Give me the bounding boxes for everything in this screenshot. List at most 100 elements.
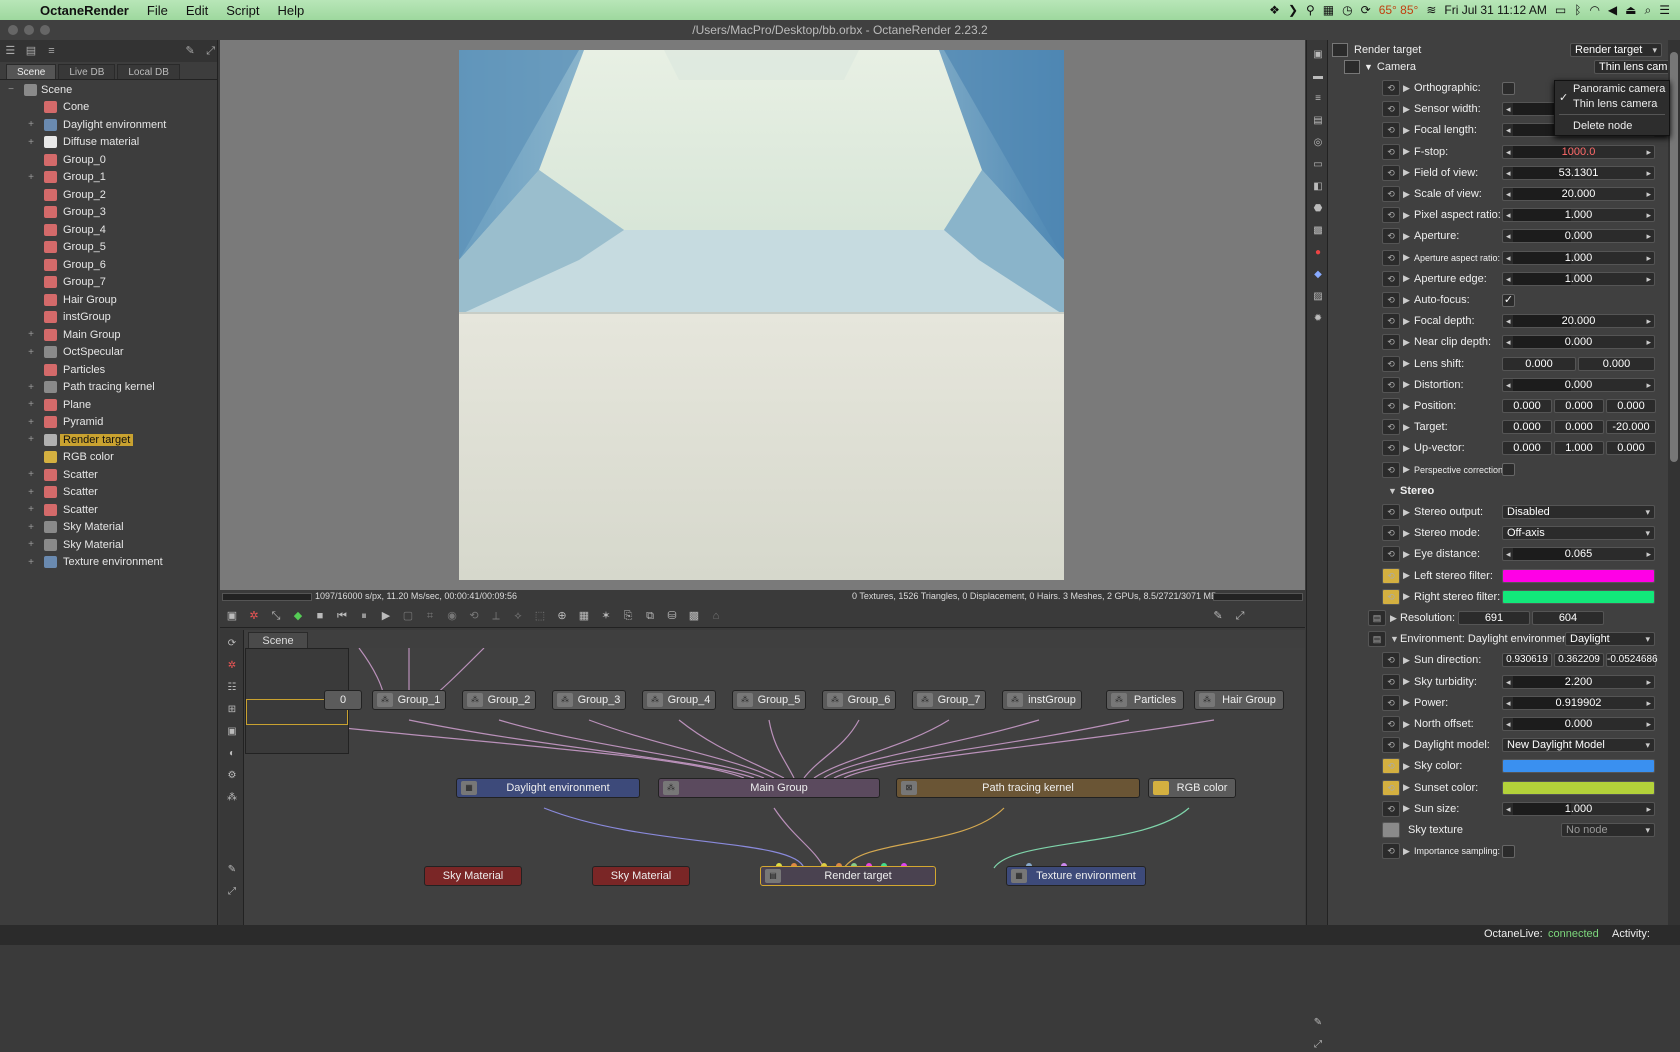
film-icon[interactable]: ▦ xyxy=(576,608,592,624)
prop-dropdown[interactable]: New Daylight Model xyxy=(1502,738,1655,753)
expand-arrow-icon[interactable]: ▶ xyxy=(1403,337,1410,348)
expand-toggle[interactable]: + xyxy=(26,119,36,130)
scrollbar-thumb[interactable] xyxy=(1670,52,1678,462)
pin-icon[interactable]: ⟲ xyxy=(1382,122,1400,139)
cube-icon[interactable]: ◆ xyxy=(1311,268,1325,282)
film-node-icon[interactable]: ◧ xyxy=(1311,180,1325,194)
arrow-icon[interactable]: ❯ xyxy=(1288,3,1298,17)
expand-arrow-icon[interactable]: ▶ xyxy=(1403,379,1410,390)
pause-icon[interactable]: ⏸ xyxy=(356,608,372,624)
expand-arrow-icon[interactable]: ▶ xyxy=(1403,761,1410,772)
tree-item[interactable]: Group_0 xyxy=(0,151,217,169)
pin-icon[interactable]: ⟲ xyxy=(1382,419,1400,436)
sparkle-icon[interactable]: ✶ xyxy=(598,608,614,624)
prop-value-2[interactable]: 0.000 xyxy=(1554,399,1604,413)
pin-icon[interactable]: ⟲ xyxy=(1382,461,1400,478)
tree-item[interactable]: RGB color xyxy=(0,449,217,467)
expand-arrow-icon[interactable]: ▶ xyxy=(1403,252,1410,263)
tree-item[interactable]: Group_3 xyxy=(0,204,217,222)
node-render-target[interactable]: ▤ Render target xyxy=(760,866,936,886)
prop-slider[interactable]: 0.000 xyxy=(1502,335,1655,350)
wrench-icon[interactable]: ✎ xyxy=(184,44,197,58)
color-icon[interactable]: ◆ xyxy=(290,608,306,624)
node-main-group[interactable]: ⁂ Main Group xyxy=(658,778,880,798)
expand-arrow-icon[interactable]: ▶ xyxy=(1403,549,1410,560)
volume-icon[interactable]: ◀ xyxy=(1608,3,1617,17)
expand-arrow-icon[interactable]: ▶ xyxy=(1403,358,1410,369)
prop-slider[interactable]: 1.000 xyxy=(1502,271,1655,286)
prop-checkbox[interactable] xyxy=(1502,463,1515,477)
prop-value-3[interactable]: -20.000 xyxy=(1606,420,1656,435)
tree-item[interactable]: + Sky Material xyxy=(0,519,217,537)
node-group-0[interactable]: 0 xyxy=(324,690,362,710)
prop-value-3[interactable]: 0.000 xyxy=(1606,441,1656,456)
prop-value-2[interactable]: 1.000 xyxy=(1554,441,1604,456)
zoom-fit-icon[interactable]: ⤡ xyxy=(268,608,284,624)
reset-icon[interactable]: ✲ xyxy=(246,608,262,624)
expand-toggle[interactable]: + xyxy=(26,417,36,428)
pin-icon[interactable]: ⟲ xyxy=(1382,546,1400,563)
fullscreen-icon[interactable]: ⤢ xyxy=(1232,608,1248,624)
graph-material-icon[interactable]: ◐ xyxy=(224,746,240,762)
tab-scene[interactable]: Scene xyxy=(6,64,57,79)
pin-icon[interactable]: ⟲ xyxy=(1382,694,1400,711)
prop-value-1[interactable]: 0.930619 xyxy=(1502,653,1552,668)
pin-icon[interactable]: ⟲ xyxy=(1382,440,1400,457)
prop-slider[interactable]: 0.065 xyxy=(1502,547,1655,562)
tab-live-db[interactable]: Live DB xyxy=(58,64,116,79)
tree-item[interactable]: Hair Group xyxy=(0,291,217,309)
dropbox-icon[interactable]: ❖ xyxy=(1269,3,1280,17)
minimize-window-button[interactable] xyxy=(24,25,34,35)
expand-toggle[interactable]: + xyxy=(26,172,36,183)
collapse-arrow-icon[interactable]: ▼ xyxy=(1388,486,1397,496)
expand-arrow-icon[interactable]: ▶ xyxy=(1403,528,1410,539)
node-group-5[interactable]: ⁂ Group_5 xyxy=(732,690,806,710)
tree-item[interactable]: + Pyramid xyxy=(0,414,217,432)
pin-icon[interactable]: ⟲ xyxy=(1382,525,1400,542)
texture-icon[interactable]: ▩ xyxy=(686,608,702,624)
node-texture-environment[interactable]: ▦ Texture environment xyxy=(1006,866,1146,886)
tree-item[interactable]: + Render target xyxy=(0,431,217,449)
prop-dropdown[interactable]: Off-axis xyxy=(1502,526,1655,541)
expand-arrow-icon[interactable]: ▶ xyxy=(1403,507,1410,518)
pin-icon[interactable]: ⟲ xyxy=(1382,779,1400,796)
clock-icon[interactable]: ◷ xyxy=(1342,3,1352,17)
temperature-readout[interactable]: 65° 85° xyxy=(1379,3,1419,17)
pin-icon[interactable]: ⟲ xyxy=(1382,80,1400,96)
geometry-icon[interactable]: ≡ xyxy=(1311,92,1325,106)
tree-item[interactable]: Group_6 xyxy=(0,256,217,274)
play-icon[interactable]: ▶ xyxy=(378,608,394,624)
prop-checkbox[interactable] xyxy=(1502,844,1515,858)
graph-image-icon[interactable]: ▣ xyxy=(224,724,240,740)
pin-icon[interactable]: ⟲ xyxy=(1382,800,1400,817)
tree-item[interactable]: + Plane xyxy=(0,396,217,414)
expand-arrow-icon[interactable]: ▶ xyxy=(1403,125,1410,136)
node-sky-material-2[interactable]: Sky Material xyxy=(592,866,690,886)
node-daylight-environment[interactable]: ▦ Daylight environment xyxy=(456,778,640,798)
restart-icon[interactable]: ⏮ xyxy=(334,608,350,624)
tree-item[interactable]: Particles xyxy=(0,361,217,379)
pin-icon[interactable]: ⟲ xyxy=(1382,313,1400,330)
node-link-dropdown[interactable]: No node xyxy=(1561,823,1655,837)
pin-icon[interactable]: ⟲ xyxy=(1382,588,1400,605)
expand-toggle[interactable]: + xyxy=(26,557,36,568)
expand-arrow-icon[interactable]: ▶ xyxy=(1403,273,1410,284)
image-node-icon[interactable]: ▩ xyxy=(1311,224,1325,238)
expand-toggle[interactable]: + xyxy=(26,522,36,533)
red-node-icon[interactable]: ● xyxy=(1311,246,1325,260)
node-particles[interactable]: ⁂ Particles xyxy=(1106,690,1184,710)
pin-icon[interactable]: ⟲ xyxy=(1382,186,1400,202)
app-menu[interactable]: OctaneRender xyxy=(40,3,129,18)
viewport-lock-icon[interactable]: ▢ xyxy=(400,608,416,624)
expand-arrow-icon[interactable]: ▶ xyxy=(1403,231,1410,242)
render-target-dropdown[interactable]: Render target xyxy=(1570,43,1662,57)
prop-slider[interactable]: 20.000 xyxy=(1502,187,1655,201)
prop-value-3[interactable]: -0.0524686 xyxy=(1606,653,1658,668)
menu-item-delete-node[interactable]: Delete node xyxy=(1573,120,1632,132)
color-swatch[interactable] xyxy=(1502,589,1655,604)
tree-item[interactable]: + Texture environment xyxy=(0,554,217,572)
render-viewport[interactable] xyxy=(220,40,1305,590)
tree-item[interactable]: + Path tracing kernel xyxy=(0,379,217,397)
pin-icon[interactable]: ⟲ xyxy=(1382,504,1400,520)
node-group-3[interactable]: ⁂ Group_3 xyxy=(552,690,626,710)
